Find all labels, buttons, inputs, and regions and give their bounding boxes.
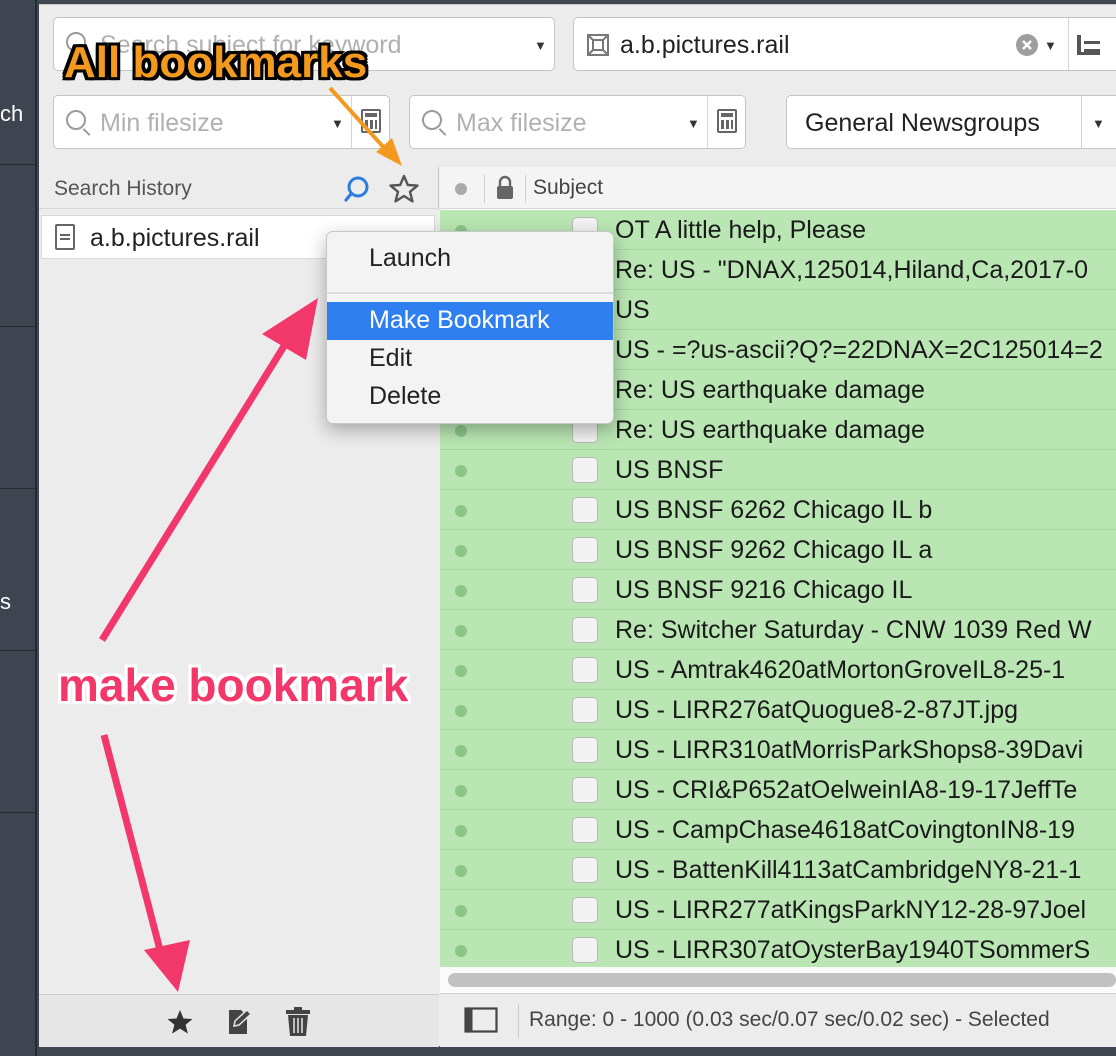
annotation-all-bookmarks: All bookmarks (64, 38, 368, 87)
annotation-arrows (99, 86, 402, 992)
annotation-make-bookmark: make bookmark (58, 659, 409, 711)
